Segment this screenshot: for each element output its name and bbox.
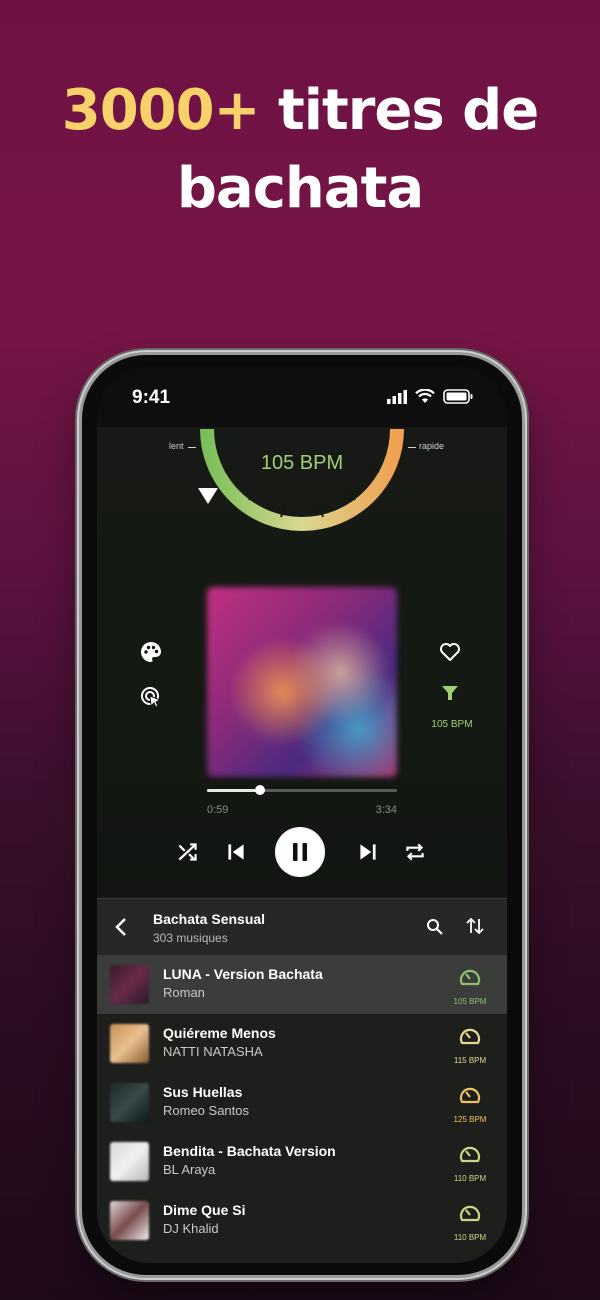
shuffle-icon[interactable] (175, 839, 201, 865)
phone-frame: 9:41 lent rapide 105 BPM 105 BPM 0:59 3:… (82, 355, 522, 1275)
wifi-icon (415, 389, 435, 403)
repeat-icon[interactable] (402, 839, 428, 865)
pause-icon (293, 843, 307, 861)
gauge-left-label: lent (169, 441, 184, 451)
bpm-gauge-pointer (198, 488, 218, 504)
progress-thumb[interactable] (255, 785, 266, 795)
progress-bar[interactable] (207, 785, 397, 795)
bpm-filter-label: 105 BPM (431, 719, 473, 730)
headline: 3000+ titres de bachata (0, 72, 600, 228)
track-title: LUNA - Version Bachata (163, 966, 323, 982)
track-artist: NATTI NATASHA (163, 1044, 263, 1059)
track-thumbnail (110, 965, 149, 1004)
gauge-right-label: rapide (419, 441, 445, 451)
gauge-left-tick (188, 447, 196, 448)
playback-controls (97, 825, 507, 879)
elapsed-time: 0:59 (207, 804, 229, 816)
track-row[interactable]: Sus Huellas Romeo Santos 125 BPM (97, 1073, 507, 1132)
battery-icon (443, 389, 473, 404)
heart-icon[interactable] (438, 640, 462, 664)
track-thumbnail (110, 1024, 149, 1063)
track-row[interactable]: LUNA - Version Bachata Roman 105 BPM (97, 955, 507, 1014)
status-time: 9:41 (132, 387, 171, 408)
playlist-title: Bachata Sensual (153, 911, 266, 927)
track-list: LUNA - Version Bachata Roman 105 BPM Quiére… (97, 955, 507, 1263)
track-thumbnail (110, 1142, 149, 1181)
search-icon[interactable] (426, 918, 444, 936)
speedometer-icon (459, 1205, 481, 1222)
track-row[interactable]: Quiéreme Menos NATTI NATASHA 115 BPM (97, 1014, 507, 1073)
now-playing-panel: lent rapide 105 BPM 105 BPM 0:59 3:34 (97, 427, 507, 897)
track-title: Dime Que Si (163, 1202, 246, 1218)
filter-icon[interactable] (440, 683, 460, 703)
next-icon[interactable] (355, 839, 381, 865)
track-bpm: 125 BPM (453, 1115, 487, 1124)
track-artist: Romeo Santos (163, 1103, 249, 1118)
progress-fill (207, 789, 261, 792)
track-artist: Roman (163, 985, 205, 1000)
previous-icon[interactable] (223, 839, 249, 865)
sort-icon[interactable] (465, 916, 485, 936)
track-row[interactable]: Bendita - Bachata Version BL Araya 110 BPM (97, 1132, 507, 1191)
track-thumbnail (110, 1083, 149, 1122)
pause-button[interactable] (275, 827, 325, 877)
track-bpm: 115 BPM (453, 1056, 487, 1065)
headline-accent: 3000+ (61, 78, 261, 143)
track-row[interactable]: Dime Que Si DJ Khalid 110 BPM (97, 1191, 507, 1250)
album-cover (207, 587, 397, 777)
playlist-count: 303 musiques (153, 931, 228, 945)
tap-tempo-icon[interactable] (139, 685, 163, 709)
speedometer-icon (459, 1146, 481, 1163)
track-bpm: 110 BPM (453, 1174, 487, 1183)
palette-icon[interactable] (139, 640, 163, 664)
phone-screen: 9:41 lent rapide 105 BPM 105 BPM 0:59 3:… (97, 367, 507, 1263)
speedometer-icon (459, 969, 481, 986)
current-bpm: 105 BPM (260, 452, 344, 474)
track-title: Bendita - Bachata Version (163, 1143, 336, 1159)
gauge-right-tick (408, 447, 416, 448)
total-time: 3:34 (375, 804, 397, 816)
speedometer-icon (459, 1028, 481, 1045)
track-bpm: 110 BPM (453, 1233, 487, 1242)
track-artist: DJ Khalid (163, 1221, 219, 1236)
playlist-header: Bachata Sensual 303 musiques (97, 898, 507, 956)
track-title: Quiéreme Menos (163, 1025, 276, 1041)
speedometer-icon (459, 1087, 481, 1104)
track-bpm: 105 BPM (453, 997, 487, 1006)
track-thumbnail (110, 1201, 149, 1240)
back-arrow-icon[interactable] (114, 917, 128, 937)
track-artist: BL Araya (163, 1162, 216, 1177)
track-title: Sus Huellas (163, 1084, 243, 1100)
